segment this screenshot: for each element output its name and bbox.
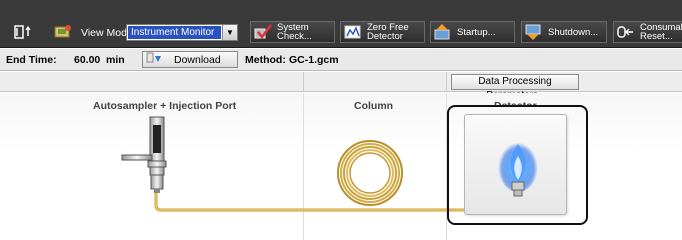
startup-label: Startup... [457,26,496,38]
shutdown-label: Shutdown... [548,26,599,38]
view-mode-value: Instrument Monitor [128,26,221,39]
consumable-label-2: Reset... [640,31,673,42]
system-check-label: System Check... [277,22,312,42]
view-mode-icon [53,24,73,40]
download-icon [146,52,162,67]
reset-icon [617,24,635,40]
run-info-bar: End Time: 60.00 min Download Method: GC-… [0,49,682,71]
startup-icon [434,24,452,40]
panel-toggle-icon[interactable] [14,25,36,39]
instrument-flow-panel: Autosampler + Injection Port Column Dete… [0,93,682,240]
divider [446,72,447,92]
divider [303,72,304,92]
startup-button[interactable]: Startup... [430,21,515,43]
zero-free-label-2: Detector [367,31,403,42]
data-processing-parameters-button[interactable]: Data Processing Parameters.. [451,74,579,101]
checkmark-icon [254,24,272,40]
end-time-label: End Time: [6,54,57,66]
injection-port-icon[interactable] [120,113,190,193]
chevron-down-icon[interactable]: ▼ [222,25,237,40]
method-value: GC-1.gcm [289,54,339,66]
column-coil-icon[interactable] [330,123,410,213]
system-check-button[interactable]: System Check... [250,21,335,43]
flame-icon [498,140,538,197]
consumable-reset-button[interactable]: Consumable Reset... [613,21,682,43]
download-button[interactable]: Download [142,51,238,68]
shutdown-icon [525,24,543,40]
download-label: Download [174,53,221,66]
shutdown-button[interactable]: Shutdown... [521,21,607,43]
params-bar: Data Processing Parameters.. [0,72,682,101]
method-label: Method: [245,54,286,66]
end-time-unit: min [106,54,125,66]
end-time-value: 60.00 [74,54,101,66]
view-mode-select[interactable]: Instrument Monitor ▼ [126,24,238,41]
detector-zero-icon [344,24,362,40]
main-toolbar: View Mode: Instrument Monitor ▼ System C… [0,0,682,48]
zero-free-detector-button[interactable]: Zero Free Detector [340,21,425,43]
